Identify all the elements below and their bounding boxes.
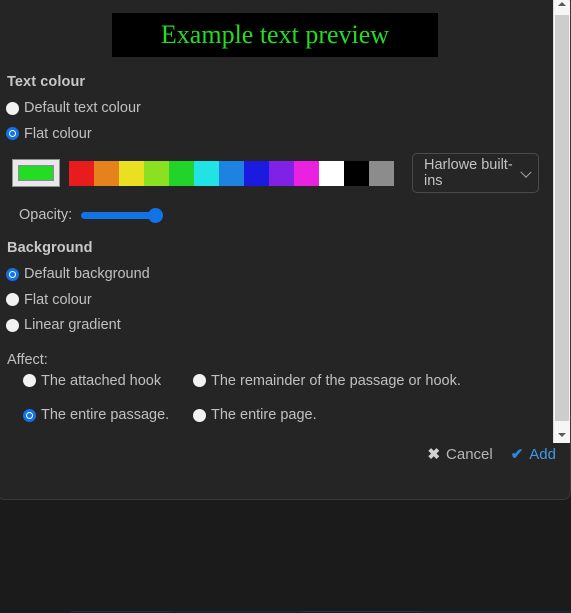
current-colour-fill — [18, 165, 54, 181]
radio-icon-remainder-of-passage[interactable] — [193, 374, 206, 388]
dialog-scrollbar[interactable] — [553, 0, 570, 443]
add-button[interactable]: ✔ Add — [511, 446, 556, 463]
check-icon: ✔ — [510, 446, 524, 463]
opacity-slider[interactable] — [81, 207, 164, 223]
radio-icon-default-text-colour[interactable] — [6, 101, 19, 115]
palette-swatch[interactable] — [319, 160, 344, 186]
cancel-button-label: Cancel — [446, 446, 493, 463]
radio-linear-gradient[interactable]: Linear gradient — [6, 318, 539, 333]
current-colour-swatch[interactable] — [12, 159, 60, 187]
radio-icon-entire-passage[interactable] — [23, 408, 36, 422]
palette-swatch[interactable] — [169, 160, 194, 186]
radio-entire-page[interactable]: The entire page. — [193, 408, 539, 423]
radio-label-entire-page: The entire page. — [211, 407, 317, 423]
palette-swatch[interactable] — [269, 160, 294, 186]
opacity-label: Opacity: — [19, 207, 73, 223]
radio-attached-hook[interactable]: The attached hook — [23, 372, 193, 389]
opacity-slider-thumb[interactable] — [148, 208, 164, 223]
radio-label-flat-colour-background: Flat colour — [24, 291, 92, 308]
radio-label-entire-passage: The entire passage. — [41, 407, 170, 423]
radio-flat-colour-background[interactable]: Flat colour — [6, 291, 539, 308]
palette-swatch[interactable] — [119, 160, 144, 186]
harlowe-builtins-select[interactable]: Harlowe built-ins — [412, 153, 539, 193]
cancel-button[interactable]: ✖ Cancel — [427, 446, 492, 463]
scrollbar-thumb[interactable] — [555, 15, 569, 421]
opacity-row: Opacity: — [19, 207, 539, 223]
radio-flat-colour-text[interactable]: Flat colour — [6, 125, 539, 142]
close-icon: ✖ — [427, 446, 441, 463]
section-title-background: Background — [7, 240, 93, 256]
preview-text: Example text preview — [160, 20, 390, 49]
colour-style-dialog: Example text preview Text colour Default… — [0, 0, 571, 500]
palette-swatch[interactable] — [244, 160, 269, 186]
radio-remainder-of-passage[interactable]: The remainder of the passage or hook. — [193, 372, 539, 389]
colour-swatch-row: Harlowe built-ins — [12, 153, 539, 193]
radio-icon-flat-colour-text[interactable] — [6, 127, 19, 141]
radio-label-remainder-of-passage: The remainder of the passage or hook. — [211, 372, 461, 389]
radio-icon-flat-colour-background[interactable] — [6, 293, 19, 307]
section-title-text-colour: Text colour — [7, 74, 86, 90]
radio-label-default-background: Default background — [24, 266, 150, 282]
radio-label-attached-hook: The attached hook — [41, 372, 162, 389]
radio-entire-passage[interactable]: The entire passage. — [23, 408, 193, 423]
radio-icon-linear-gradient[interactable] — [6, 318, 19, 332]
palette-swatch[interactable] — [219, 160, 244, 186]
radio-label-linear-gradient: Linear gradient — [24, 317, 121, 333]
affect-label: Affect: — [7, 351, 48, 368]
palette-swatch[interactable] — [294, 160, 319, 186]
screen: Example text preview Text colour Default… — [0, 0, 571, 613]
radio-default-text-colour[interactable]: Default text colour — [6, 101, 539, 116]
preview-area: Example text preview — [11, 13, 539, 57]
radio-icon-attached-hook[interactable] — [23, 374, 36, 388]
colour-palette[interactable] — [69, 160, 394, 186]
scroll-down-arrow-icon[interactable] — [554, 426, 570, 443]
radio-label-default-text-colour: Default text colour — [24, 100, 141, 116]
add-button-label: Add — [529, 446, 556, 463]
radio-icon-default-background[interactable] — [6, 267, 19, 281]
radio-label-flat-colour-text: Flat colour — [24, 125, 92, 142]
scroll-up-arrow-icon[interactable] — [554, 0, 570, 12]
palette-swatch[interactable] — [369, 160, 394, 186]
affect-options: The attached hook The remainder of the p… — [23, 372, 539, 423]
palette-swatch[interactable] — [194, 160, 219, 186]
palette-swatch[interactable] — [144, 160, 169, 186]
text-preview-box: Example text preview — [112, 13, 438, 57]
palette-swatch[interactable] — [344, 160, 369, 186]
radio-icon-entire-page[interactable] — [193, 408, 206, 422]
radio-default-background[interactable]: Default background — [6, 267, 539, 282]
harlowe-builtins-label: Harlowe built-ins — [424, 157, 513, 189]
dialog-footer: ✖ Cancel ✔ Add — [427, 446, 556, 463]
dialog-body: Example text preview Text colour Default… — [0, 0, 549, 499]
palette-swatch[interactable] — [69, 160, 94, 186]
palette-swatch[interactable] — [94, 160, 119, 186]
